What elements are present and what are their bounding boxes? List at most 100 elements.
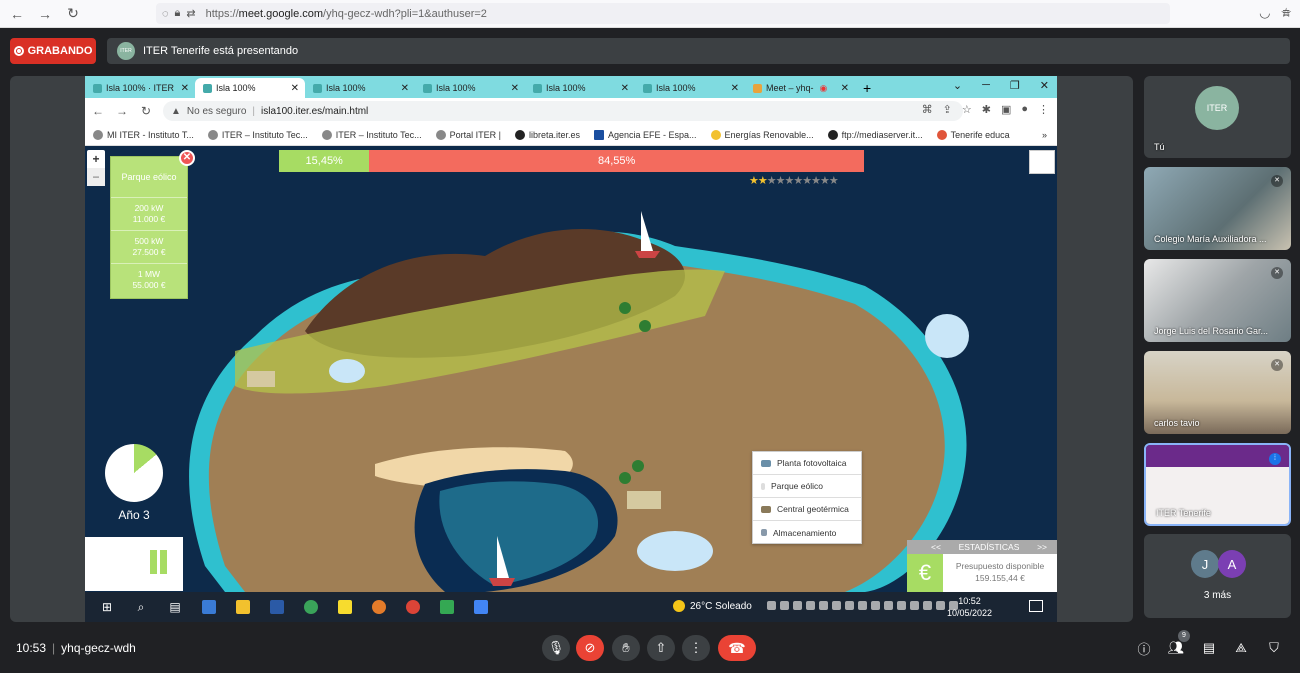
chrome-tab[interactable]: Isla 100% ✕ xyxy=(415,78,525,98)
kebab-menu-icon[interactable]: ⋮ xyxy=(1038,103,1049,116)
leave-call-button[interactable]: ☎︎ xyxy=(718,635,756,661)
bookmark-item[interactable]: MI ITER - Instituto T... xyxy=(93,129,194,140)
app-icon[interactable] xyxy=(299,597,323,617)
chrome-omnibox[interactable]: ▲ No es seguro | isla100.iter.es/main.ht… xyxy=(163,101,963,121)
app-icon[interactable] xyxy=(265,597,289,617)
menu-item-storage[interactable]: Almacenamiento xyxy=(753,521,861,544)
more-options-button[interactable]: ⋮ xyxy=(682,635,710,661)
bookmark-item[interactable]: Energías Renovable... xyxy=(710,129,814,140)
chrome-tab[interactable]: Isla 100% ✕ xyxy=(305,78,415,98)
island-view-icon[interactable] xyxy=(1029,150,1055,174)
wind-option-200kw[interactable]: 200 kW 11.000 € xyxy=(111,197,187,230)
tray-icon[interactable] xyxy=(936,601,945,610)
wind-option-1mw[interactable]: 1 MW 55.000 € xyxy=(111,263,187,296)
menu-icon[interactable]: ≡ xyxy=(1282,5,1290,21)
tray-icon[interactable] xyxy=(910,601,919,610)
close-tab-icon[interactable]: ✕ xyxy=(621,83,629,94)
close-window-icon[interactable]: ✕ xyxy=(1040,79,1049,92)
tab-search-icon[interactable]: ⌄ xyxy=(953,79,962,92)
app-icon[interactable] xyxy=(197,597,221,617)
app-icon[interactable] xyxy=(435,597,459,617)
forward-icon[interactable]: → xyxy=(111,104,133,118)
reload-icon[interactable]: ↻ xyxy=(135,104,157,118)
back-icon[interactable]: ← xyxy=(87,104,109,118)
more-bookmarks-icon[interactable]: » xyxy=(1042,130,1047,140)
tray-icon[interactable] xyxy=(923,601,932,610)
reload-icon[interactable]: ↻ xyxy=(62,5,84,22)
close-tab-icon[interactable]: ✕ xyxy=(841,83,849,94)
tray-icon[interactable] xyxy=(897,601,906,610)
close-tab-icon[interactable]: ✕ xyxy=(181,83,189,94)
chrome-tab-active[interactable]: Isla 100% ✕ xyxy=(195,78,305,98)
weather-widget[interactable]: 26°C Soleado xyxy=(673,600,752,612)
tray-icon[interactable] xyxy=(793,601,802,610)
bookmark-item[interactable]: Agencia EFE - Espa... xyxy=(594,129,697,140)
tray-icon[interactable] xyxy=(845,601,854,610)
bookmark-item[interactable]: libreta.iter.es xyxy=(514,129,580,140)
chat-button[interactable]: ▤ xyxy=(1200,639,1218,657)
tray-icon[interactable] xyxy=(884,601,893,610)
prev-arrow-icon[interactable]: << xyxy=(931,542,941,552)
host-controls-button[interactable]: ⛉ xyxy=(1265,639,1283,657)
bookmark-item[interactable]: Portal ITER | xyxy=(435,129,501,140)
star-icon[interactable]: ☆ xyxy=(962,103,972,116)
profile-icon[interactable]: ● xyxy=(1021,103,1028,116)
app-icon[interactable] xyxy=(469,597,493,617)
search-icon[interactable]: ⌕ xyxy=(129,597,153,617)
app-icon[interactable] xyxy=(333,597,357,617)
task-view-icon[interactable]: ▤ xyxy=(163,597,187,617)
menu-item-wind[interactable]: Parque eólico xyxy=(753,475,861,498)
participant-tile[interactable]: ✕ carlos tavio xyxy=(1144,351,1291,434)
zoom-control[interactable]: + − xyxy=(87,150,105,186)
next-arrow-icon[interactable]: >> xyxy=(1037,542,1047,552)
extensions-icon[interactable]: ✱ xyxy=(982,103,991,116)
game-canvas[interactable]: + − Parque eólico 200 kW 11.000 € 500 kW 2… xyxy=(85,146,1057,592)
participant-tile[interactable]: ✕ Jorge Luis del Rosario Gar... xyxy=(1144,259,1291,342)
bookmark-item[interactable]: ftp://mediaserver.it... xyxy=(827,129,923,140)
app-icon[interactable] xyxy=(231,597,255,617)
tray-icon[interactable] xyxy=(819,601,828,610)
permissions-icon[interactable]: ⇄ xyxy=(186,7,195,20)
tray-icon[interactable] xyxy=(806,601,815,610)
present-button[interactable]: ⇧ xyxy=(647,635,675,661)
tray-icon[interactable] xyxy=(832,601,841,610)
close-tab-icon[interactable]: ✕ xyxy=(401,83,409,94)
more-participants-tile[interactable]: J A 3 más xyxy=(1144,534,1291,618)
chrome-tab[interactable]: Meet – yhq- ◉ ✕ xyxy=(745,78,855,98)
minimize-icon[interactable]: ─ xyxy=(982,79,990,92)
presenter-tile[interactable]: ⁞ ITER Tenerife xyxy=(1144,443,1291,526)
menu-item-photovoltaic[interactable]: Planta fotovoltaica xyxy=(753,452,861,475)
zoom-out-icon[interactable]: − xyxy=(87,168,105,186)
meeting-details-button[interactable]: ⓘ xyxy=(1135,639,1153,657)
close-panel-icon[interactable]: ✕ xyxy=(179,150,195,166)
chrome-tab[interactable]: Isla 100% · ITER ✕ xyxy=(85,78,195,98)
close-tab-icon[interactable]: ✕ xyxy=(511,83,519,94)
tray-icon[interactable] xyxy=(767,601,776,610)
close-tab-icon[interactable]: ✕ xyxy=(291,83,299,94)
chrome-tab[interactable]: Isla 100% ✕ xyxy=(635,78,745,98)
app-icon[interactable] xyxy=(401,597,425,617)
translate-icon[interactable]: ⌘ xyxy=(922,103,933,116)
chrome-tab[interactable]: Isla 100% ✕ xyxy=(525,78,635,98)
pocket-icon[interactable]: ◡ xyxy=(1259,5,1270,21)
camera-button[interactable]: ⊘ xyxy=(576,635,604,661)
pause-button[interactable] xyxy=(85,537,183,591)
taskbar-clock[interactable]: 10:52 10/05/2022 xyxy=(947,595,992,619)
raise-hand-button[interactable]: ✋︎ xyxy=(612,635,640,661)
back-icon[interactable]: ← xyxy=(6,6,28,22)
windows-start-icon[interactable]: ⊞ xyxy=(95,597,119,617)
stats-header[interactable]: << ESTADÍSTICAS >> xyxy=(907,540,1057,554)
new-tab-icon[interactable]: + xyxy=(863,80,871,96)
bookmark-item[interactable]: ITER – Instituto Tec... xyxy=(207,129,308,140)
mic-button[interactable]: 🎙︎ xyxy=(542,635,570,661)
close-tab-icon[interactable]: ✕ xyxy=(731,83,739,94)
app-icon[interactable] xyxy=(367,597,391,617)
bookmark-item[interactable]: ITER – Instituto Tec... xyxy=(321,129,422,140)
menu-item-geothermal[interactable]: Central geotérmica xyxy=(753,498,861,521)
wind-option-500kw[interactable]: 500 kW 27.500 € xyxy=(111,230,187,263)
zoom-in-icon[interactable]: + xyxy=(87,150,105,168)
firefox-url-bar[interactable]: ◌ 🔒︎ ⇄ https://meet.google.com/yhq-gecz-… xyxy=(156,3,1170,24)
sidepanel-icon[interactable]: ▣ xyxy=(1001,103,1011,116)
self-tile[interactable]: ITER Tú xyxy=(1144,76,1291,158)
activities-button[interactable]: ⟁ xyxy=(1232,639,1250,657)
